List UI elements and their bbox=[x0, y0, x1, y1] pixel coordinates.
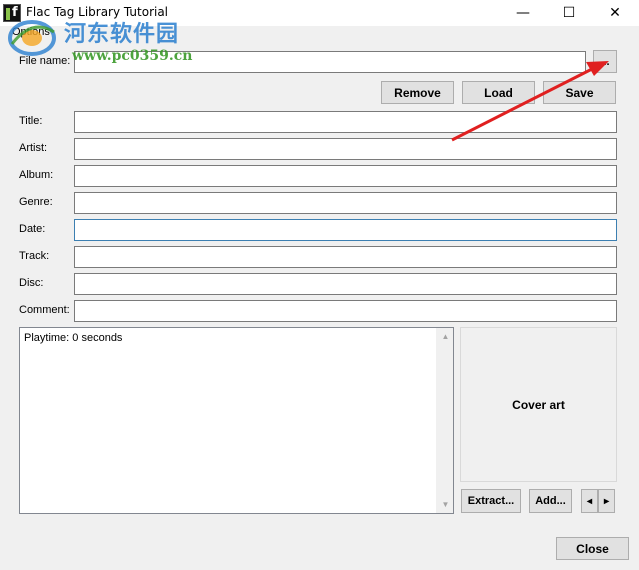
title-label: Title: bbox=[19, 115, 43, 127]
date-input[interactable] bbox=[74, 219, 617, 241]
playtime-text: Playtime: 0 seconds bbox=[24, 332, 123, 344]
extract-button[interactable]: Extract... bbox=[461, 489, 521, 513]
disc-input[interactable] bbox=[74, 273, 617, 295]
disc-label: Disc: bbox=[19, 277, 44, 289]
track-input[interactable] bbox=[74, 246, 617, 268]
add-button[interactable]: Add... bbox=[529, 489, 572, 513]
track-label: Track: bbox=[19, 250, 50, 262]
title-input[interactable] bbox=[74, 111, 617, 133]
browse-button[interactable]: ... bbox=[593, 50, 617, 73]
genre-input[interactable] bbox=[74, 192, 617, 214]
menu-options[interactable]: Options bbox=[12, 26, 50, 42]
file-name-label: File name: bbox=[19, 55, 71, 67]
vertical-scrollbar[interactable]: ▲ ▼ bbox=[436, 328, 453, 513]
album-input[interactable] bbox=[74, 165, 617, 187]
prev-cover-button[interactable]: ◂ bbox=[581, 489, 598, 513]
app-icon bbox=[3, 4, 21, 22]
file-name-input[interactable] bbox=[74, 51, 586, 73]
load-button[interactable]: Load bbox=[462, 81, 535, 104]
cover-art-box: Cover art bbox=[460, 327, 617, 482]
album-label: Album: bbox=[19, 169, 54, 181]
next-cover-button[interactable]: ▸ bbox=[598, 489, 615, 513]
window-close-button[interactable]: ✕ bbox=[592, 0, 638, 26]
comment-input[interactable] bbox=[74, 300, 617, 322]
scroll-down-arrow-icon[interactable]: ▼ bbox=[437, 496, 454, 513]
maximize-button[interactable]: ☐ bbox=[546, 0, 592, 26]
info-textarea[interactable]: Playtime: 0 seconds ▲ ▼ bbox=[19, 327, 454, 514]
minimize-button[interactable]: — bbox=[500, 0, 546, 26]
save-button[interactable]: Save bbox=[543, 81, 616, 104]
remove-button[interactable]: Remove bbox=[381, 81, 454, 104]
close-button[interactable]: Close bbox=[556, 537, 629, 560]
cover-art-label: Cover art bbox=[512, 397, 565, 412]
title-bar: Flac Tag Library Tutorial — ☐ ✕ bbox=[0, 0, 639, 26]
artist-label: Artist: bbox=[19, 142, 48, 154]
scroll-up-arrow-icon[interactable]: ▲ bbox=[437, 328, 454, 345]
date-label: Date: bbox=[19, 223, 46, 235]
genre-label: Genre: bbox=[19, 196, 53, 208]
comment-label: Comment: bbox=[19, 304, 70, 316]
window-title: Flac Tag Library Tutorial bbox=[26, 5, 169, 19]
artist-input[interactable] bbox=[74, 138, 617, 160]
